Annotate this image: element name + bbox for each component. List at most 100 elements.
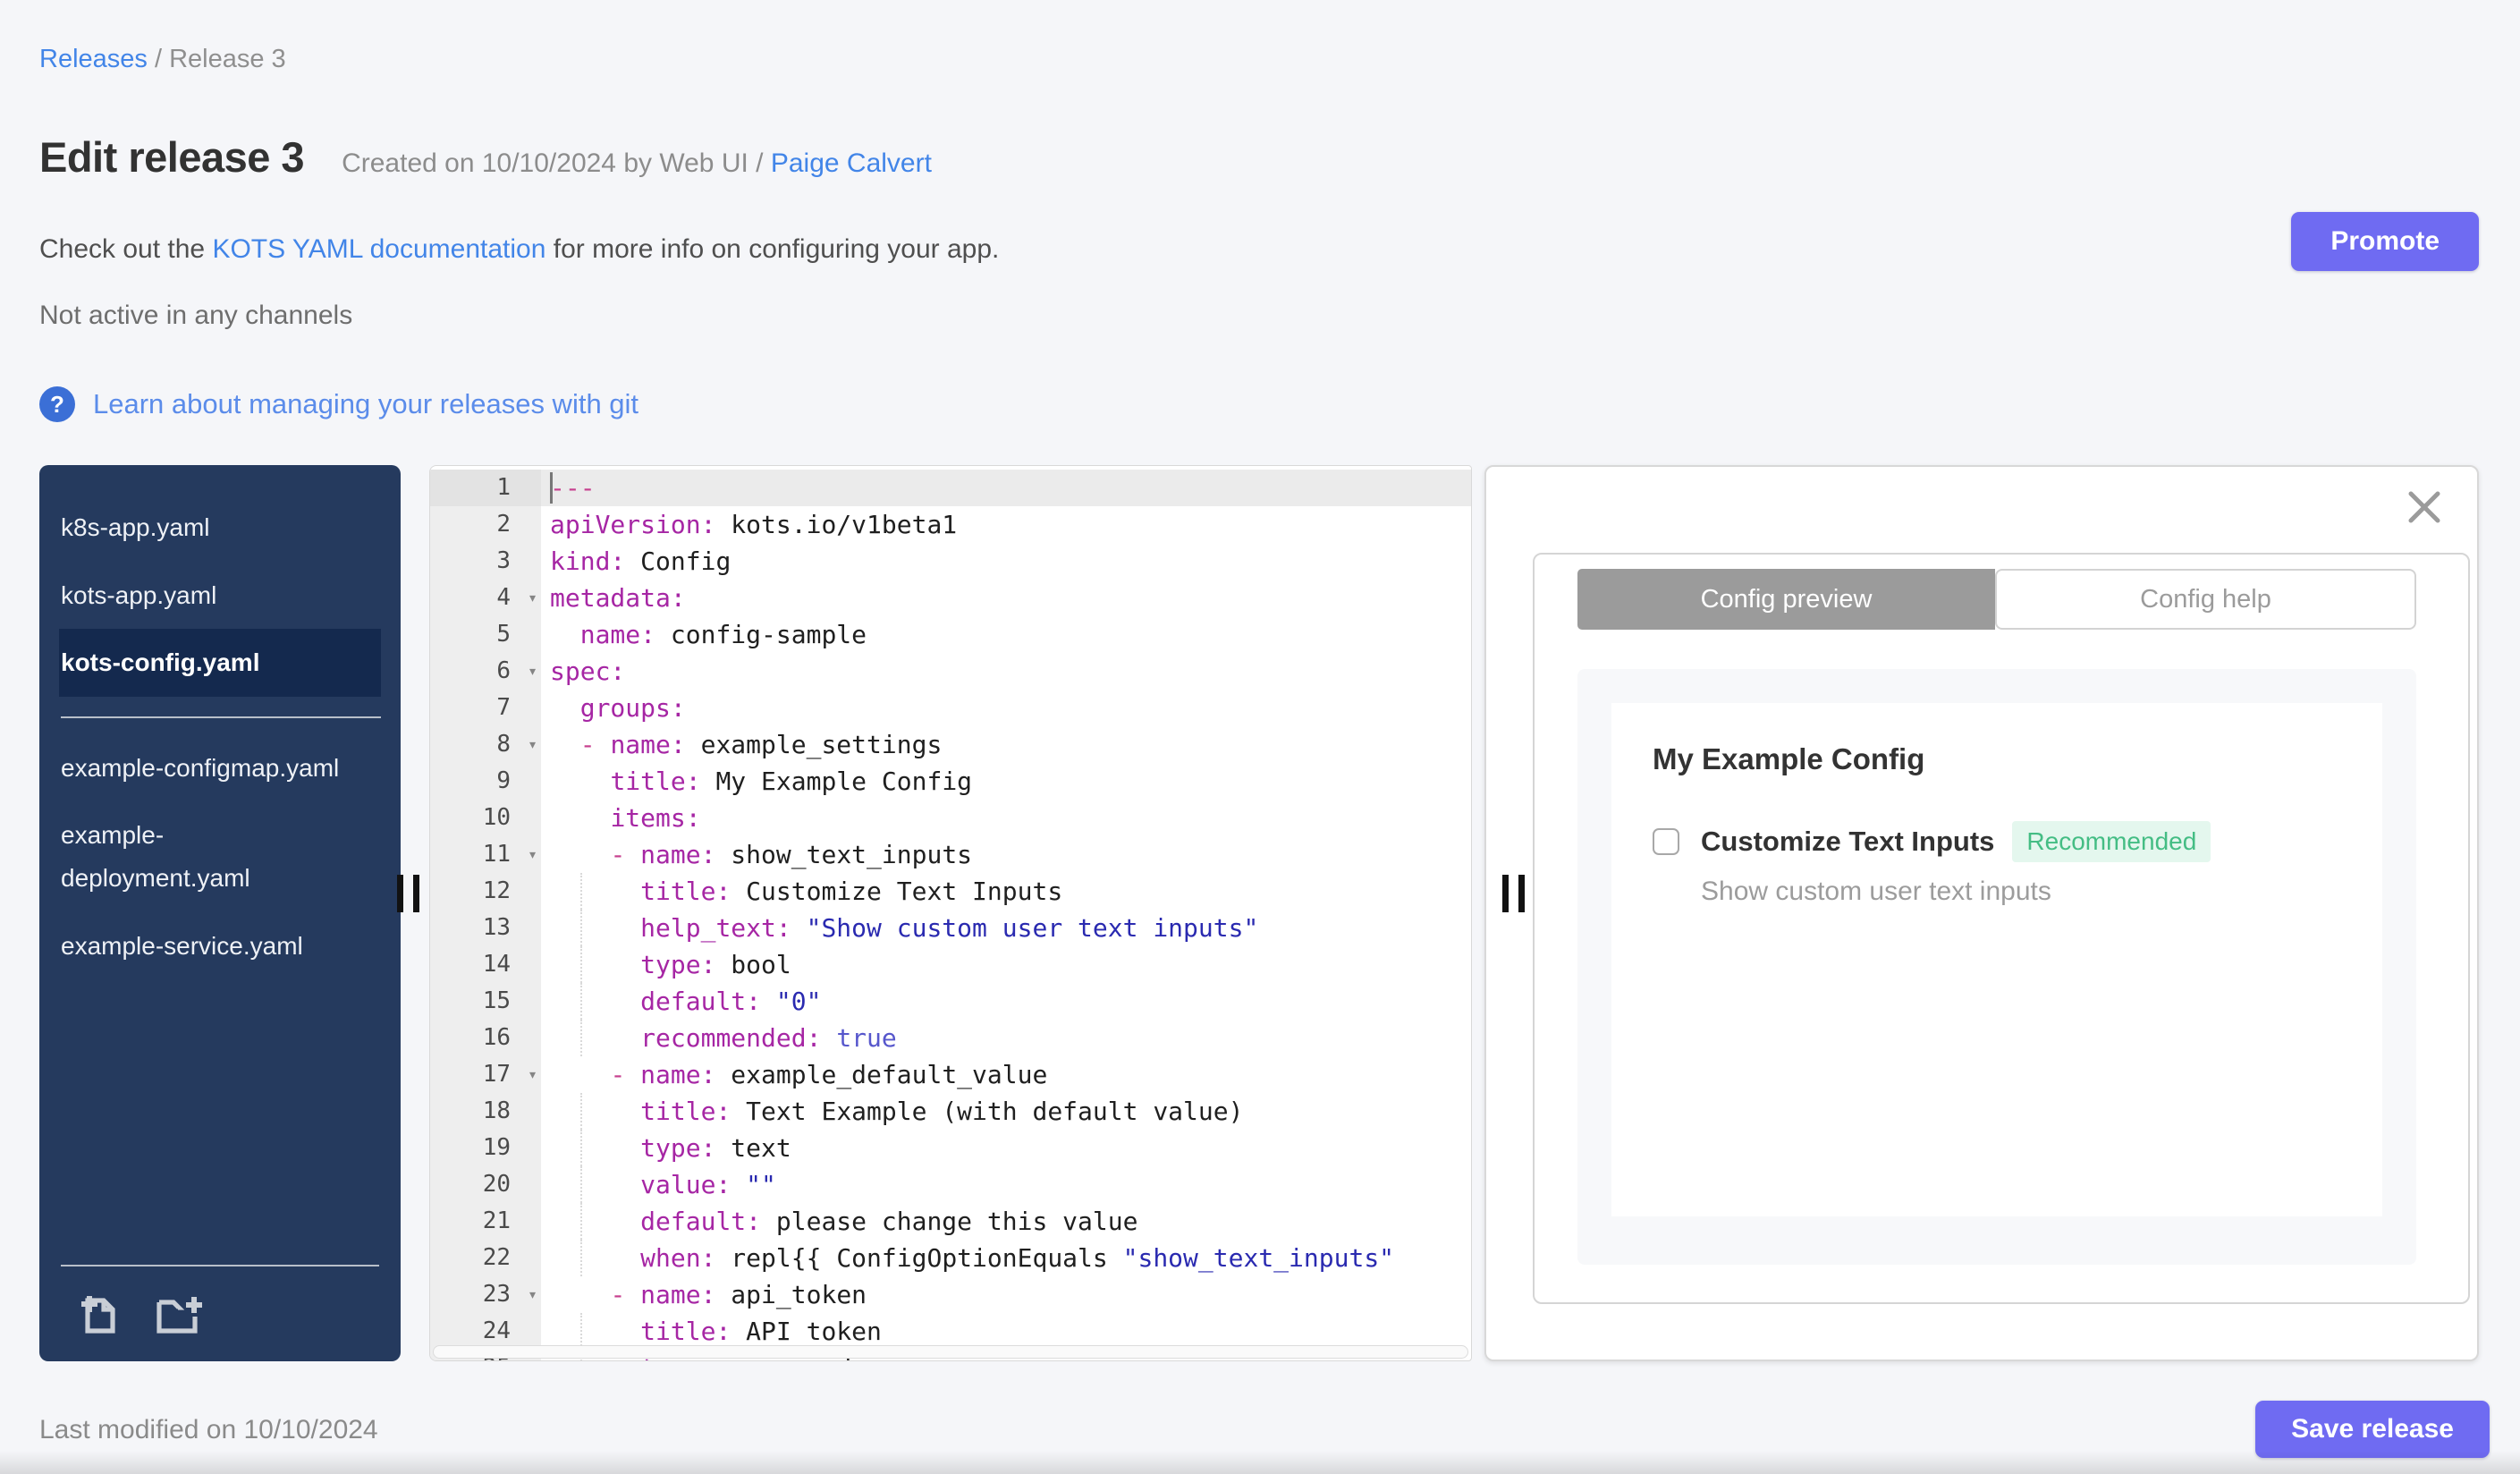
code-text: recommended: true xyxy=(541,1020,1471,1056)
promote-button[interactable]: Promote xyxy=(2291,212,2479,271)
code-text: items: xyxy=(610,803,701,833)
new-file-button[interactable] xyxy=(75,1290,123,1338)
close-preview-button[interactable] xyxy=(2404,487,2445,528)
config-panel: Config preview Config help My Example Co… xyxy=(1533,553,2470,1304)
code-text: help_text: "Show custom user text inputs… xyxy=(541,910,1471,946)
save-release-button[interactable]: Save release xyxy=(2255,1401,2490,1458)
line-number: 10 xyxy=(430,800,541,836)
yaml-editor[interactable]: 1 --- 2 apiVersion: kots.io/v1beta1 3 kind: C… xyxy=(429,465,1472,1361)
code-line-13[interactable]: 13 help_text: "Show custom user text inp… xyxy=(430,910,1471,946)
code-text: - name: example_settings xyxy=(579,730,943,759)
code-text: title: Text Example (with default value) xyxy=(541,1093,1471,1130)
config-preview-pane: Config preview Config help My Example Co… xyxy=(1484,465,2479,1361)
channel-status: Not active in any channels xyxy=(39,301,353,330)
line-number: 20 xyxy=(430,1166,541,1203)
customize-text-inputs-checkbox[interactable] xyxy=(1653,828,1679,855)
code-line-23[interactable]: 23 ▾ - name: api_token xyxy=(430,1276,1471,1313)
code-line-11[interactable]: 11 ▾ - name: show_text_inputs xyxy=(430,836,1471,873)
code-line-14[interactable]: 14 type: bool xyxy=(430,946,1471,983)
code-lines[interactable]: 1 --- 2 apiVersion: kots.io/v1beta1 3 kind: C… xyxy=(430,466,1471,1360)
code-line-8[interactable]: 8 ▾ - name: example_settings xyxy=(430,726,1471,763)
sidebar-item-kots-app-yaml[interactable]: kots-app.yaml xyxy=(59,562,381,630)
code-line-18[interactable]: 18 title: Text Example (with default val… xyxy=(430,1093,1471,1130)
line-number: 5 xyxy=(430,616,541,653)
tab-config-preview[interactable]: Config preview xyxy=(1577,569,1995,630)
created-author-link[interactable]: Paige Calvert xyxy=(771,148,932,178)
code-line-12[interactable]: 12 title: Customize Text Inputs xyxy=(430,873,1471,910)
code-line-24[interactable]: 24 title: API token xyxy=(430,1313,1471,1350)
code-text: type: bool xyxy=(541,946,1471,983)
page-title: Edit release 3 xyxy=(39,133,305,181)
sidebar-item-example-service-yaml[interactable]: example-service.yaml xyxy=(59,912,381,980)
bottom-shadow xyxy=(0,1451,2520,1474)
config-group-title: My Example Config xyxy=(1653,742,1925,775)
line-number: 24 xyxy=(430,1313,541,1350)
code-line-20[interactable]: 20 value: "" xyxy=(430,1166,1471,1203)
code-line-21[interactable]: 21 default: please change this value xyxy=(430,1203,1471,1240)
code-line-6[interactable]: 6 ▾ spec: xyxy=(430,653,1471,690)
line-number: 6 ▾ xyxy=(430,653,541,690)
line-number: 18 xyxy=(430,1093,541,1130)
code-line-1[interactable]: 1 --- xyxy=(430,470,1471,506)
code-line-9[interactable]: 9 title: My Example Config xyxy=(430,763,1471,800)
sidebar-item-example-configmap-yaml[interactable]: example-configmap.yaml xyxy=(59,734,381,802)
code-line-10[interactable]: 10 items: xyxy=(430,800,1471,836)
line-number: 13 xyxy=(430,910,541,946)
text-cursor xyxy=(550,472,553,504)
code-line-22[interactable]: 22 when: repl{{ ConfigOptionEquals "show… xyxy=(430,1240,1471,1276)
config-preview-area: My Example Config Customize Text Inputs … xyxy=(1577,669,2416,1265)
code-text: title: My Example Config xyxy=(610,767,973,796)
fold-arrow-icon[interactable]: ▾ xyxy=(528,1276,537,1313)
created-text: Created on 10/10/2024 by Web UI / xyxy=(342,148,764,178)
config-tabs: Config preview Config help xyxy=(1577,569,2416,630)
code-line-17[interactable]: 17 ▾ - name: example_default_value xyxy=(430,1056,1471,1093)
breadcrumb-releases-link[interactable]: Releases xyxy=(39,45,148,73)
recommended-badge: Recommended xyxy=(2012,821,2211,862)
code-text: title: Customize Text Inputs xyxy=(541,873,1471,910)
code-text: value: "" xyxy=(541,1166,1471,1203)
new-folder-button[interactable] xyxy=(154,1290,206,1338)
git-help-row[interactable]: ? Learn about managing your releases wit… xyxy=(39,386,638,422)
file-label: example-configmap.yaml xyxy=(61,753,340,782)
sidebar-item-kots-config-yaml[interactable]: kots-config.yaml xyxy=(59,629,381,697)
code-line-3[interactable]: 3 kind: Config xyxy=(430,543,1471,580)
line-number: 19 xyxy=(430,1130,541,1166)
code-text: type: text xyxy=(541,1130,1471,1166)
code-line-15[interactable]: 15 default: "0" xyxy=(430,983,1471,1020)
code-line-2[interactable]: 2 apiVersion: kots.io/v1beta1 xyxy=(430,506,1471,543)
code-text: apiVersion: kots.io/v1beta1 xyxy=(550,510,958,539)
tab-config-help[interactable]: Config help xyxy=(1995,569,2416,630)
fold-arrow-icon[interactable]: ▾ xyxy=(528,836,537,873)
file-sidebar: k8s-app.yaml kots-app.yaml kots-config.yam… xyxy=(39,465,401,1361)
code-text: when: repl{{ ConfigOptionEquals "show_te… xyxy=(541,1240,1471,1276)
sidebar-item-example-deployment-yaml[interactable]: example-deployment.yaml xyxy=(59,801,381,911)
breadcrumb-current: Release 3 xyxy=(169,45,286,73)
code-line-19[interactable]: 19 type: text xyxy=(430,1130,1471,1166)
sidebar-item-k8s-app-yaml[interactable]: k8s-app.yaml xyxy=(59,494,381,562)
code-line-4[interactable]: 4 ▾ metadata: xyxy=(430,580,1471,616)
docs-hint-after: for more info on configuring your app. xyxy=(545,234,1000,264)
line-number: 2 xyxy=(430,506,541,543)
preview-resize-handle[interactable] xyxy=(1502,875,1527,914)
line-number: 9 xyxy=(430,763,541,800)
code-line-16[interactable]: 16 recommended: true xyxy=(430,1020,1471,1056)
git-help-link[interactable]: Learn about managing your releases with … xyxy=(93,388,638,420)
editor-horizontal-scrollbar[interactable] xyxy=(433,1345,1468,1359)
code-text: default: please change this value xyxy=(541,1203,1471,1240)
fold-arrow-icon[interactable]: ▾ xyxy=(528,653,537,690)
kots-docs-link[interactable]: KOTS YAML documentation xyxy=(212,234,545,264)
config-item-row: Customize Text Inputs Recommended xyxy=(1653,821,2341,862)
fold-arrow-icon[interactable]: ▾ xyxy=(528,1056,537,1093)
line-number: 3 xyxy=(430,543,541,580)
sidebar-resize-handle[interactable] xyxy=(397,875,422,914)
fold-arrow-icon[interactable]: ▾ xyxy=(528,726,537,763)
last-modified-text: Last modified on 10/10/2024 xyxy=(39,1415,378,1444)
breadcrumb: Releases / Release 3 xyxy=(39,45,286,74)
sidebar-bottom-divider xyxy=(61,1265,379,1266)
file-label: example-service.yaml xyxy=(61,931,303,960)
code-text: - name: example_default_value xyxy=(610,1060,1048,1089)
fold-arrow-icon[interactable]: ▾ xyxy=(528,580,537,616)
sidebar-actions xyxy=(75,1290,206,1338)
code-line-5[interactable]: 5 name: config-sample xyxy=(430,616,1471,653)
code-line-7[interactable]: 7 groups: xyxy=(430,690,1471,726)
